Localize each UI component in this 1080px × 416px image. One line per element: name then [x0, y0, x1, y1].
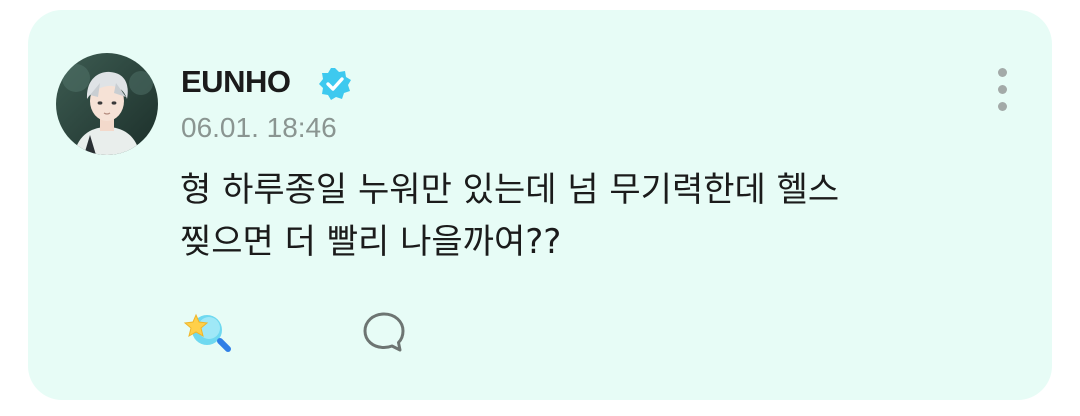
verified-badge-icon	[319, 68, 351, 100]
post-text-line: 형 하루종일 누워만 있는데 넘 무기력한데 헬스	[180, 170, 840, 210]
avatar[interactable]	[56, 53, 158, 155]
avatar-image	[56, 53, 158, 155]
more-vertical-icon[interactable]	[990, 68, 1014, 112]
post-body: 형 하루종일 누워만 있는데 넘 무기력한데 헬스 찢으면 더 빨리 나을까여?…	[180, 164, 980, 268]
star-bubble-icon[interactable]	[182, 309, 232, 355]
post-text-line: 찢으면 더 빨리 나을까여??	[180, 222, 562, 262]
author-name[interactable]: EUNHO	[181, 62, 291, 102]
comment-bubble-icon[interactable]	[360, 309, 408, 355]
post-timestamp: 06.01. 18:46	[181, 112, 337, 143]
